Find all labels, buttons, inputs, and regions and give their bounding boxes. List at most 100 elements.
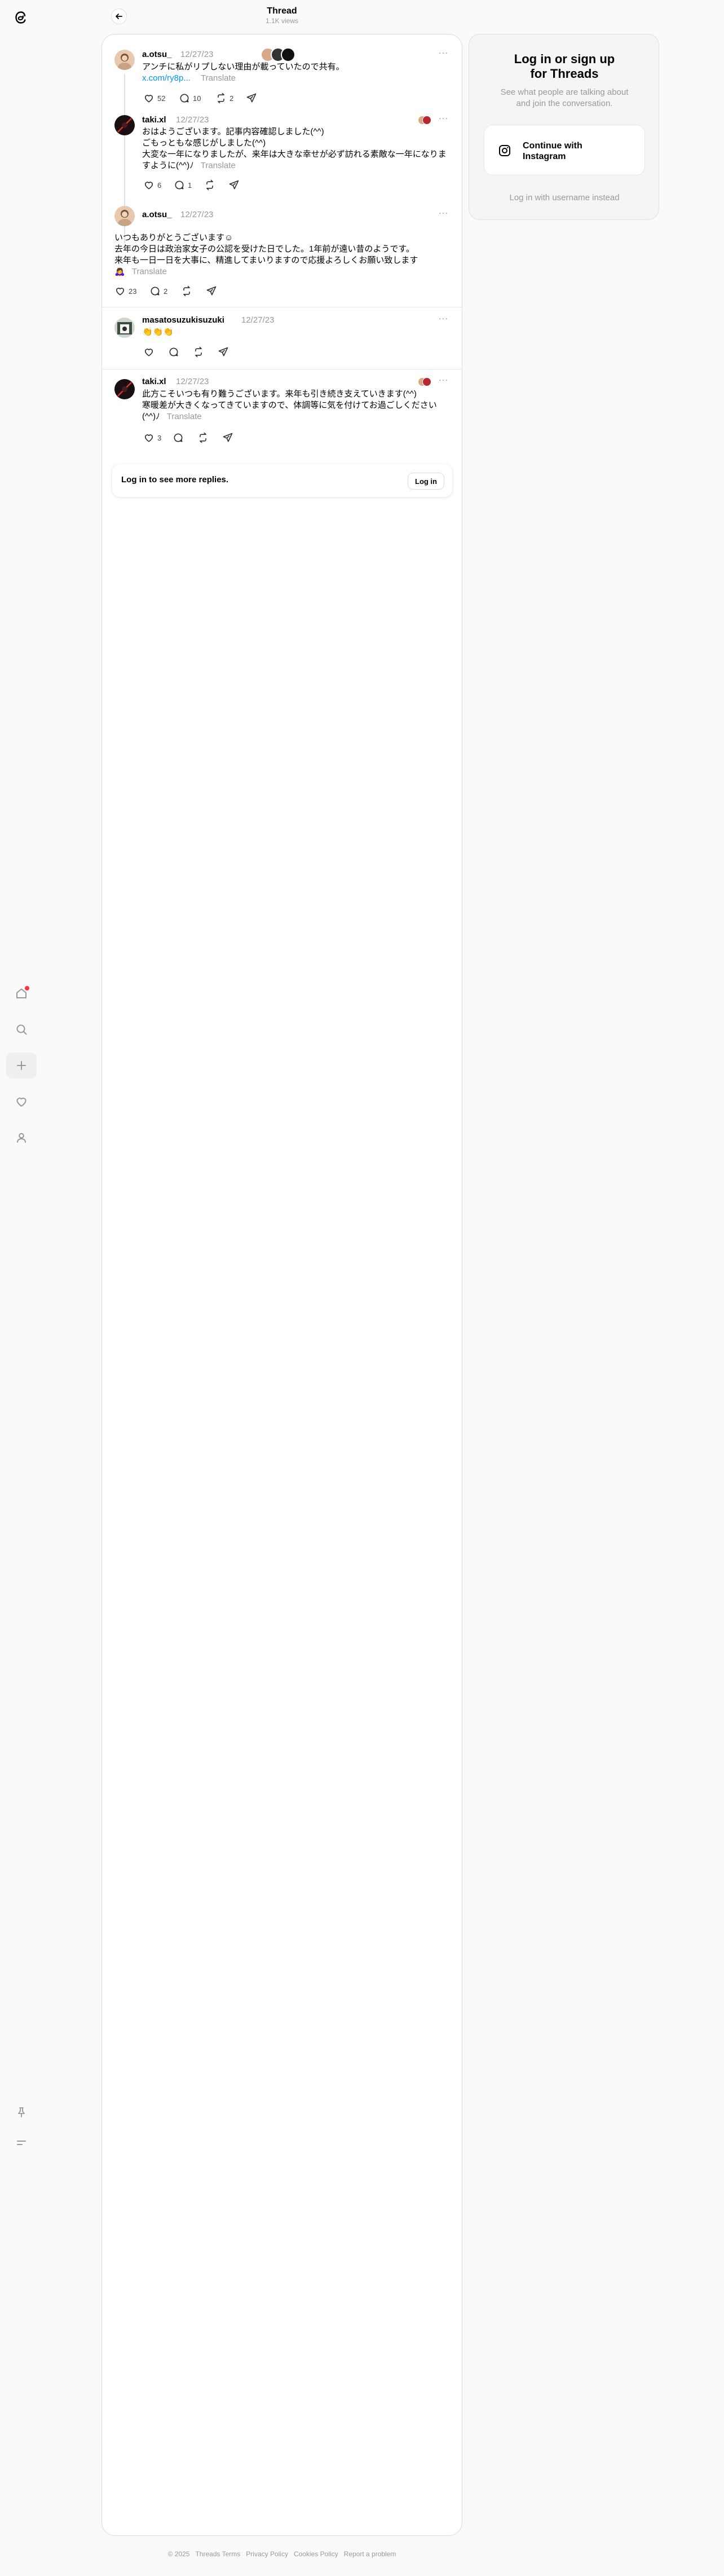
- footer-link[interactable]: Threads Terms: [195, 2550, 240, 2561]
- translate-link[interactable]: Translate: [201, 161, 236, 170]
- post-date: 12/27/23: [180, 210, 214, 219]
- like-count: 23: [129, 287, 137, 296]
- login-with-username-link[interactable]: Log in with username instead: [469, 193, 660, 202]
- panel-title: Log in or sign up for Threads: [514, 52, 615, 81]
- post-text: ごもっともな感じがしました(^^): [142, 138, 266, 148]
- repost-icon: [183, 285, 190, 297]
- more-options-button[interactable]: ···: [439, 48, 448, 57]
- footer-link[interactable]: Cookies Policy: [294, 2550, 338, 2561]
- avatar[interactable]: [114, 50, 135, 70]
- avatar[interactable]: [114, 206, 135, 226]
- share-button[interactable]: [206, 285, 217, 297]
- like-button[interactable]: 52: [143, 93, 165, 104]
- instagram-icon: [498, 144, 511, 160]
- share-button[interactable]: [246, 93, 257, 104]
- username[interactable]: a.otsu_: [142, 210, 172, 219]
- translate-link[interactable]: Translate: [132, 267, 167, 276]
- reply-indicator-avatars: [418, 376, 434, 389]
- instagram-button-label: Continue with Instagram: [523, 141, 582, 161]
- reply-button[interactable]: [168, 346, 179, 358]
- share-button[interactable]: [218, 346, 229, 358]
- post-date: 12/27/23: [180, 50, 214, 59]
- search-icon[interactable]: [6, 1016, 37, 1042]
- reply-button[interactable]: 1: [174, 179, 192, 191]
- share-button[interactable]: [228, 179, 240, 191]
- username[interactable]: taki.xl: [142, 115, 166, 125]
- comment-icon: [174, 433, 183, 442]
- post-text: 大変な一年になりましたが、来年は大きな幸せが必ず訪れる素敵な一年になりま: [142, 149, 447, 159]
- threads-logo-icon[interactable]: [11, 7, 31, 28]
- heart-icon: [116, 288, 125, 296]
- reply-button[interactable]: 2: [149, 285, 167, 297]
- more-options-button[interactable]: ···: [439, 113, 448, 122]
- reply-count: 10: [193, 94, 201, 103]
- like-count: 3: [157, 433, 162, 442]
- avatar[interactable]: [114, 318, 135, 338]
- like-count: 52: [157, 94, 166, 103]
- translate-link[interactable]: Translate: [167, 412, 202, 421]
- heart-icon: [144, 182, 153, 190]
- post-date: 12/27/23: [176, 377, 209, 386]
- reply-button[interactable]: [173, 432, 184, 443]
- avatar[interactable]: [114, 115, 135, 135]
- avatar[interactable]: [114, 379, 135, 399]
- notification-dot: [25, 986, 29, 990]
- footer-copyright: © 2025: [167, 2550, 190, 2558]
- repost-count: 2: [229, 94, 234, 103]
- reply-button[interactable]: 10: [179, 93, 201, 104]
- post-text: アンチに私がリプしない理由が載っていたので共有。: [142, 62, 345, 72]
- like-button[interactable]: 23: [114, 285, 136, 297]
- login-button[interactable]: Log in: [408, 473, 444, 490]
- post-text: いつもありがとうございます☺︎: [114, 233, 233, 243]
- view-count: 1.1K views: [265, 17, 299, 25]
- more-options-button[interactable]: ···: [439, 314, 448, 323]
- post-text: おはようございます。記事内容確認しました(^^): [142, 127, 324, 136]
- reply-count: 2: [164, 287, 168, 296]
- panel-subtitle: See what people are talking about and jo…: [500, 87, 629, 108]
- home-icon[interactable]: [6, 980, 37, 1006]
- username[interactable]: taki.xl: [142, 377, 166, 386]
- menu-icon[interactable]: [6, 2130, 37, 2156]
- post-text: 👏👏👏: [142, 327, 174, 337]
- repost-button[interactable]: [197, 432, 209, 443]
- post-date: 12/27/23: [241, 315, 275, 325]
- heart-icon: [144, 349, 153, 356]
- username[interactable]: a.otsu_: [142, 50, 172, 59]
- heart-icon: [144, 95, 153, 103]
- post-link-line: x.com/ry8p... Translate: [142, 73, 236, 84]
- continue-with-instagram-button[interactable]: Continue with Instagram: [484, 125, 645, 175]
- post-text-last: (^^)ﾉ Translate: [142, 412, 202, 421]
- repost-icon: [195, 346, 202, 358]
- more-options-button[interactable]: ···: [439, 208, 448, 217]
- like-button[interactable]: 6: [143, 179, 161, 191]
- comment-icon: [175, 180, 184, 190]
- more-options-button[interactable]: ···: [439, 375, 448, 384]
- repost-button[interactable]: [204, 179, 215, 191]
- comment-icon: [180, 94, 189, 103]
- repost-button[interactable]: [193, 346, 204, 358]
- share-icon: [223, 433, 233, 442]
- participant-avatars: [261, 46, 306, 62]
- profile-icon[interactable]: [6, 1125, 37, 1151]
- heart-icon[interactable]: [6, 1089, 37, 1115]
- post-link[interactable]: x.com/ry8p...: [142, 73, 191, 83]
- post-text-last: すように(^^)ﾉ Translate: [142, 161, 236, 170]
- like-count: 6: [157, 180, 162, 190]
- like-button[interactable]: [143, 346, 154, 358]
- plus-icon[interactable]: [6, 1053, 37, 1078]
- post-text: 此方こそいつも有り難うございます。来年も引き続き支えていきます(^^): [142, 389, 417, 399]
- reply-indicator-avatars: [418, 115, 434, 127]
- like-button[interactable]: 3: [143, 432, 161, 443]
- repost-button[interactable]: [181, 285, 192, 297]
- share-button[interactable]: [222, 432, 233, 443]
- translate-link[interactable]: Translate: [201, 73, 236, 83]
- footer-link[interactable]: Privacy Policy: [246, 2550, 288, 2561]
- post-text: 寒暖差が大きくなってきていますので、体調等に気を付けてお過ごしください: [142, 400, 437, 410]
- repost-button[interactable]: 2: [215, 93, 233, 104]
- sidebar: [0, 0, 43, 2576]
- login-prompt-text: Log in to see more replies.: [121, 475, 229, 485]
- pin-icon[interactable]: [6, 2099, 37, 2125]
- footer-link[interactable]: Report a problem: [344, 2550, 396, 2561]
- username[interactable]: masatosuzukisuzuki: [142, 315, 224, 325]
- login-signup-panel: Log in or sign up for Threads See what p…: [469, 34, 659, 220]
